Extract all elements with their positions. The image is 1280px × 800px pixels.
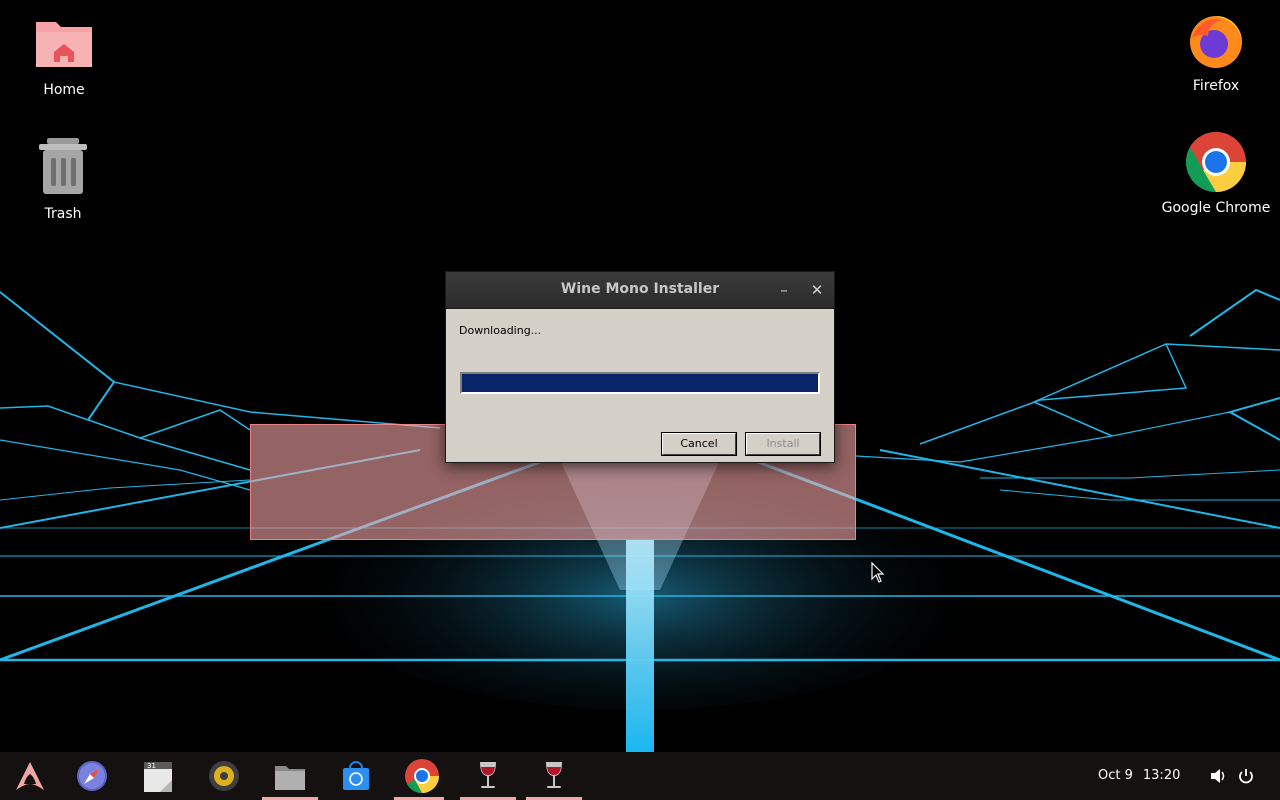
taskbar: 31 Oct 9 13:20	[0, 752, 1280, 800]
download-progress-bar	[460, 372, 820, 394]
wine-glass-icon	[546, 762, 562, 788]
download-status-text: Downloading...	[459, 324, 542, 337]
mouse-pointer-icon	[871, 562, 885, 583]
clock-date: Oct 9	[1098, 768, 1133, 783]
desktop-icon-label: Home	[43, 82, 85, 98]
clock-time: 13:20	[1142, 768, 1181, 783]
compass-icon	[77, 761, 107, 791]
taskbar-web-browser[interactable]	[74, 758, 110, 794]
install-button[interactable]: Install	[745, 432, 821, 456]
desktop-icon-label: Google Chrome	[1161, 200, 1271, 216]
desktop-icon-label: Trash	[44, 206, 82, 222]
taskbar-app-menu[interactable]	[12, 758, 48, 794]
cancel-button[interactable]: Cancel	[661, 432, 737, 456]
taskbar-google-chrome[interactable]	[404, 758, 440, 794]
folder-icon	[275, 766, 305, 790]
taskbar-file-manager[interactable]	[272, 758, 308, 794]
dialog-titlebar[interactable]: Wine Mono Installer – ✕	[446, 272, 834, 309]
close-button[interactable]: ✕	[807, 280, 827, 300]
taskbar-calendar[interactable]: 31	[140, 758, 176, 794]
desktop-icon-label: Firefox	[1192, 78, 1240, 94]
desktop-icon-trash[interactable]: Trash	[3, 136, 123, 222]
power-icon[interactable]	[1237, 767, 1255, 785]
svg-text:31: 31	[147, 762, 156, 770]
wine-glass-icon	[480, 762, 496, 788]
progress-bar-fill	[462, 374, 818, 392]
speaker-icon	[209, 761, 239, 791]
calendar-icon: 31	[144, 762, 172, 792]
taskbar-wine-2[interactable]	[536, 758, 572, 794]
wine-mono-installer-dialog: Wine Mono Installer – ✕ Downloading... C…	[445, 271, 835, 463]
desktop-icon-google-chrome[interactable]: Google Chrome	[1156, 130, 1276, 216]
minimize-button[interactable]: –	[774, 280, 794, 300]
desktop-icon-firefox[interactable]: Firefox	[1156, 8, 1276, 94]
chrome-icon	[1185, 131, 1246, 193]
taskbar-music-player[interactable]	[206, 758, 242, 794]
chrome-icon	[405, 759, 439, 793]
desktop-icon-home[interactable]: Home	[4, 12, 124, 98]
home-folder-icon	[36, 22, 92, 67]
taskbar-wine-1[interactable]	[470, 758, 506, 794]
clock[interactable]: Oct 9 13:20	[1098, 768, 1190, 783]
store-bag-icon	[343, 761, 369, 790]
volume-icon[interactable]	[1209, 767, 1227, 785]
firefox-icon	[1190, 16, 1242, 68]
taskbar-software-store[interactable]	[338, 758, 374, 794]
trash-icon	[39, 138, 87, 194]
arch-logo-icon	[16, 762, 44, 790]
